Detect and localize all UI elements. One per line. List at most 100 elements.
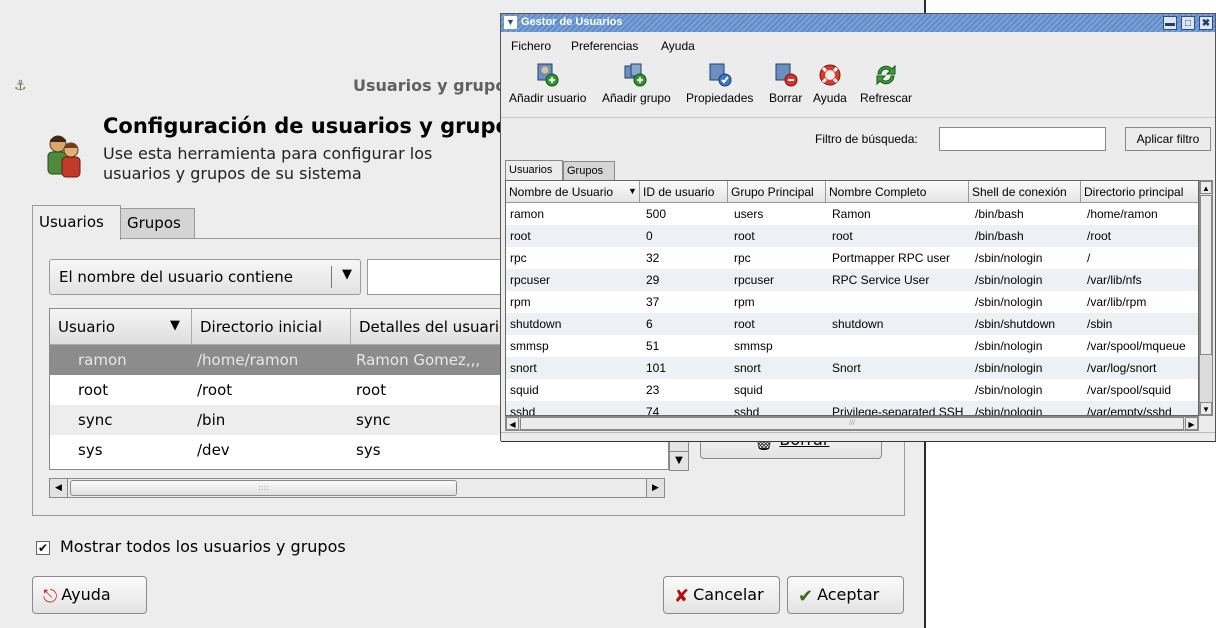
- window-title: Usuarios y grupos: [353, 76, 516, 95]
- add-user-button[interactable]: Añadir usuario: [509, 62, 586, 105]
- tab-groups[interactable]: Grupos: [120, 208, 195, 239]
- table-cell: squid: [734, 383, 763, 397]
- table-cell: users: [734, 207, 764, 221]
- filter-label: Filtro de búsqueda:: [815, 132, 918, 146]
- tab-users[interactable]: Usuarios: [505, 160, 563, 180]
- table-row[interactable]: shutdown 6 root shutdown/sbin/shutdown/sbin: [506, 313, 1198, 335]
- help-button[interactable]: ⎋ Ayuda: [32, 576, 147, 614]
- table-cell: rpcuser: [510, 273, 551, 287]
- add-group-icon: [624, 63, 647, 87]
- help-toolbar-button[interactable]: Ayuda: [813, 62, 847, 105]
- menu-preferencias[interactable]: Preferencias: [571, 39, 638, 53]
- close-icon[interactable]: ✖: [1199, 16, 1213, 30]
- menu-ayuda[interactable]: Ayuda: [661, 39, 695, 53]
- table-cell: /var/lib/nfs: [1087, 273, 1142, 287]
- window-title: Gestor de Usuarios: [521, 16, 623, 28]
- show-all-label: Mostrar todos los usuarios y grupos: [60, 537, 346, 556]
- table-cell: rpc: [510, 251, 527, 265]
- menu-fichero[interactable]: Fichero: [511, 39, 551, 53]
- show-all-checkbox[interactable]: ✔: [36, 541, 50, 555]
- filter-type-select[interactable]: El nombre del usuario contiene ▼: [49, 259, 361, 295]
- toolbar: Añadir usuario Añadir grupo Propiedades: [501, 58, 1215, 118]
- table-row[interactable]: rpcuser 29 rpcuser RPC Service User/sbin/no…: [506, 269, 1198, 291]
- table-cell: 0: [646, 229, 653, 243]
- table-cell: /sbin/shutdown: [975, 317, 1056, 331]
- table-cell: rpm: [510, 295, 531, 309]
- filter-input[interactable]: [367, 259, 502, 295]
- tab-users[interactable]: Usuarios: [32, 205, 121, 240]
- column-header-homedir[interactable]: Directorio principal: [1081, 181, 1198, 203]
- table-cell: 74: [646, 405, 660, 416]
- table-cell: root: [734, 229, 755, 243]
- table-cell: root: [832, 229, 853, 243]
- table-cell: snort: [510, 361, 537, 375]
- filter-row: Filtro de búsqueda: Aplicar filtro: [501, 120, 1215, 156]
- window-bottom-border: [501, 432, 1215, 441]
- table-cell: Privilege-separated SSH: [832, 405, 964, 416]
- table-cell: 37: [646, 295, 660, 309]
- table-row[interactable]: rpm 37 rpm/sbin/nologin/var/lib/rpm: [506, 291, 1198, 313]
- column-header-home[interactable]: Directorio inicial: [192, 309, 351, 345]
- table-row[interactable]: sshd 74 sshd Privilege-separated SSH/sbin/n…: [506, 401, 1198, 416]
- filter-type-value: El nombre del usuario contiene: [59, 268, 293, 286]
- table-row[interactable]: rpc 32 rpc Portmapper RPC user/sbin/nologin…: [506, 247, 1198, 269]
- column-header-group[interactable]: Grupo Principal: [728, 181, 826, 203]
- scroll-down-button[interactable]: ▼: [1200, 402, 1212, 415]
- table-cell: 500: [646, 207, 667, 221]
- scroll-left-button[interactable]: ◀: [50, 479, 68, 497]
- table-row[interactable]: root 0 root root/bin/bash/root: [506, 225, 1198, 247]
- table-cell: 23: [646, 383, 660, 397]
- table-row[interactable]: smmsp 51 smmsp/sbin/nologin/var/spool/mque…: [506, 335, 1198, 357]
- scroll-right-button[interactable]: ▶: [1185, 417, 1198, 430]
- table-cell: squid: [510, 383, 539, 397]
- column-header-uid[interactable]: ID de usuario: [640, 181, 728, 203]
- help-icon: [819, 64, 841, 86]
- scrollbar-thumb[interactable]: ///: [520, 417, 1184, 430]
- table-cell: /sbin/nologin: [975, 273, 1043, 287]
- table-cell: 101: [646, 361, 667, 375]
- page-subtitle: Use esta herramienta para configurar los…: [103, 144, 433, 183]
- column-header-user[interactable]: Usuario ▼: [50, 309, 192, 345]
- users-table[interactable]: Nombre de Usuario ▼ ID de usuario Grupo …: [505, 180, 1199, 416]
- scrollbar-thumb[interactable]: ::::: [70, 480, 457, 496]
- cancel-x-icon: ✘: [674, 586, 690, 607]
- scroll-left-button[interactable]: ◀: [506, 417, 519, 430]
- apply-filter-button[interactable]: Aplicar filtro: [1125, 127, 1211, 151]
- table-cell: /sbin/nologin: [975, 361, 1043, 375]
- window-menu-icon[interactable]: ▼: [504, 16, 517, 29]
- accept-button[interactable]: ✔ Aceptar: [787, 576, 904, 614]
- scroll-right-button[interactable]: ▶: [646, 479, 664, 497]
- window-titlebar[interactable]: ▼ Gestor de Usuarios ▬ □ ✖: [501, 14, 1215, 32]
- tab-groups[interactable]: Grupos: [563, 161, 615, 180]
- cancel-button[interactable]: ✘ Cancelar: [663, 576, 780, 614]
- table-cell: rpm: [734, 295, 755, 309]
- table-cell: root: [510, 229, 531, 243]
- scroll-down-button[interactable]: ▼: [669, 451, 689, 471]
- table-cell: 51: [646, 339, 660, 353]
- table-row[interactable]: snort 101 snort Snort/sbin/nologin/var/log/…: [506, 357, 1198, 379]
- refresh-button[interactable]: Refrescar: [860, 62, 912, 105]
- add-group-button[interactable]: Añadir grupo: [602, 62, 671, 105]
- delete-button[interactable]: Borrar: [769, 62, 802, 105]
- table-cell: Portmapper RPC user: [832, 251, 951, 265]
- maximize-icon[interactable]: □: [1181, 16, 1195, 30]
- minimize-icon[interactable]: ▬: [1163, 16, 1177, 30]
- table-cell: /var/empty/sshd: [1087, 405, 1172, 416]
- page-title: Configuración de usuarios y grupos: [103, 114, 523, 138]
- vertical-scrollbar[interactable]: ▲ ▼: [1199, 180, 1213, 416]
- table-cell: rpcuser: [734, 273, 775, 287]
- table-row[interactable]: squid 23 squid/sbin/nologin/var/spool/squi…: [506, 379, 1198, 401]
- scroll-up-button[interactable]: ▲: [1200, 181, 1212, 194]
- table-cell: /sbin: [1087, 317, 1113, 331]
- column-header-username[interactable]: Nombre de Usuario ▼: [506, 181, 640, 203]
- horizontal-scrollbar[interactable]: ◀ /// ▶: [505, 416, 1199, 431]
- properties-button[interactable]: Propiedades: [686, 62, 753, 105]
- table-row[interactable]: ramon 500 users Ramon/bin/bash/home/ramon: [506, 203, 1198, 225]
- search-filter-input[interactable]: [939, 127, 1106, 151]
- table-cell: RPC Service User: [832, 273, 930, 287]
- column-header-shell[interactable]: Shell de conexión: [969, 181, 1081, 203]
- scrollbar-thumb[interactable]: [1200, 195, 1212, 355]
- column-header-fullname[interactable]: Nombre Completo: [826, 181, 969, 203]
- horizontal-scrollbar[interactable]: ◀ :::: ▶: [49, 478, 665, 498]
- table-cell: /bin/bash: [975, 207, 1024, 221]
